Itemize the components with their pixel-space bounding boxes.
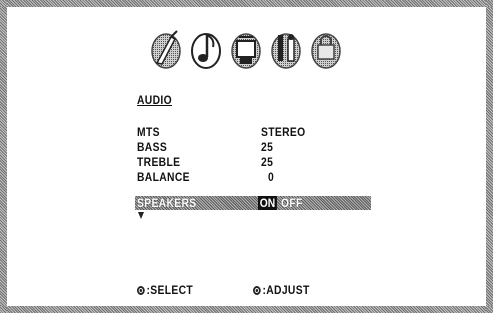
treble-label[interactable]: TREBLE — [137, 155, 180, 169]
balance-value: 0 — [268, 170, 275, 184]
mts-value: STEREO — [261, 125, 306, 139]
treble-value: 25 — [261, 155, 274, 169]
menu-title: AUDIO — [137, 93, 172, 107]
channel-tv-icon[interactable] — [229, 27, 263, 71]
menu-icon-bar — [149, 27, 343, 75]
footer-select-hint: :SELECT — [137, 283, 193, 297]
balance-label[interactable]: BALANCE — [137, 170, 190, 184]
lock-icon[interactable] — [309, 27, 343, 71]
footer-adjust-hint: :ADJUST — [253, 283, 310, 297]
picture-brush-icon[interactable] — [149, 27, 183, 71]
tools-icon[interactable] — [269, 27, 303, 71]
select-button-icon — [137, 286, 145, 295]
select-hint-text: :SELECT — [146, 283, 194, 297]
down-arrow-icon — [138, 212, 144, 219]
adjust-button-icon — [253, 286, 261, 295]
mts-label[interactable]: MTS — [137, 125, 160, 139]
adjust-hint-text: :ADJUST — [262, 283, 310, 297]
audio-note-icon[interactable] — [189, 27, 223, 71]
bass-value: 25 — [261, 140, 274, 154]
speakers-on-option[interactable]: ON — [258, 196, 277, 210]
bass-label[interactable]: BASS — [137, 140, 167, 154]
speakers-label[interactable]: SPEAKERS — [137, 196, 197, 210]
speakers-off-option[interactable]: OFF — [281, 196, 303, 210]
